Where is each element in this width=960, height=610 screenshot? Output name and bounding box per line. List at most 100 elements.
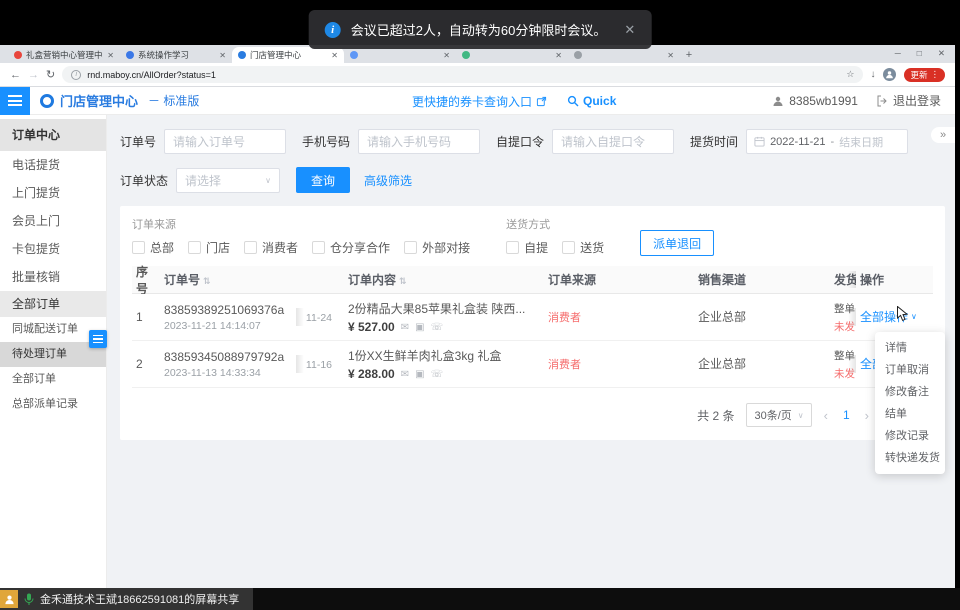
- sidebar-item-card-pickup[interactable]: 卡包提货: [0, 235, 106, 263]
- checkbox-icon[interactable]: [312, 241, 325, 254]
- chrome-update-button[interactable]: 更新 ⋮: [904, 68, 945, 82]
- sidebar-title-order-center[interactable]: 订单中心: [0, 119, 106, 151]
- search-icon: [567, 95, 579, 107]
- tab-close-icon[interactable]: ✕: [107, 51, 114, 60]
- browser-tab-2[interactable]: 系统操作学习 ✕: [120, 47, 232, 63]
- menu-item-express-ship[interactable]: 转快递发货: [875, 447, 945, 469]
- checkbox-icon[interactable]: [188, 241, 201, 254]
- browser-address-bar: ← → ↻ i rnd.maboy.cn/AllOrder?status=1 ☆…: [0, 63, 955, 87]
- source-checkbox-share-coop[interactable]: 仓分享合作: [312, 239, 390, 256]
- phone-input[interactable]: [358, 129, 480, 154]
- advanced-filter-link[interactable]: 高级筛选: [364, 172, 412, 189]
- toast-close-icon[interactable]: ✕: [624, 22, 635, 38]
- menu-item-edit-history[interactable]: 修改记录: [875, 425, 945, 447]
- browser-tab-6[interactable]: ✕: [568, 47, 680, 63]
- next-page-button[interactable]: ›: [865, 408, 869, 423]
- site-info-icon[interactable]: i: [71, 70, 81, 80]
- source-checkbox-external[interactable]: 外部对接: [404, 239, 470, 256]
- dispatch-return-button[interactable]: 派单退回: [640, 230, 714, 256]
- download-icon[interactable]: ↓: [870, 69, 875, 80]
- mouse-cursor: [896, 306, 909, 327]
- sidebar-item-hq-dispatch-records[interactable]: 总部派单记录: [0, 392, 106, 417]
- sidebar-item-all-orders[interactable]: 全部订单: [0, 367, 106, 392]
- order-status-label: 订单状态: [120, 172, 168, 189]
- sort-icon[interactable]: ⇅: [399, 276, 407, 286]
- col-order-content[interactable]: 订单内容⇅: [344, 271, 544, 288]
- checkbox-icon[interactable]: [404, 241, 417, 254]
- reload-button[interactable]: ↻: [46, 68, 55, 81]
- checkbox-icon[interactable]: [562, 241, 575, 254]
- search-button[interactable]: 查询: [296, 167, 350, 193]
- pickup-code-input[interactable]: [552, 129, 674, 154]
- checkbox-icon[interactable]: [244, 241, 257, 254]
- menu-item-cancel-order[interactable]: 订单取消: [875, 359, 945, 381]
- window-minimize-button[interactable]: ─: [895, 48, 901, 59]
- sidebar-item-door-pickup[interactable]: 上门提货: [0, 179, 106, 207]
- tab-title: 系统操作学习: [138, 49, 215, 61]
- current-page[interactable]: 1: [840, 408, 853, 422]
- prev-page-button[interactable]: ‹: [824, 408, 828, 423]
- select-placeholder: 请选择: [185, 172, 221, 189]
- user-account[interactable]: 8385wb1991: [772, 94, 858, 108]
- coupon-query-link[interactable]: 更快捷的券卡查询入口: [412, 93, 547, 110]
- microphone-icon: [24, 593, 34, 606]
- phone-label: 手机号码: [302, 133, 350, 150]
- tab-close-icon[interactable]: ✕: [667, 51, 674, 60]
- more-menu-icon[interactable]: ⋮: [931, 69, 940, 80]
- bookmark-star-icon[interactable]: ☆: [846, 69, 854, 80]
- browser-tab-1[interactable]: 礼盒营销中心管理中心 ✕: [8, 47, 120, 63]
- sidebar-item-batch-verify[interactable]: 批量核销: [0, 263, 106, 291]
- sort-icon[interactable]: ⇅: [203, 276, 211, 286]
- browser-profile-avatar[interactable]: [883, 68, 896, 81]
- app-title: 门店管理中心: [60, 91, 138, 110]
- date-range-picker[interactable]: 2022-11-21 - 结束日期: [746, 129, 908, 154]
- browser-tab-3-active[interactable]: 门店管理中心 ✕: [232, 47, 344, 63]
- gift-icon: ▣: [415, 369, 424, 380]
- person-icon: [772, 95, 784, 107]
- order-no-label: 订单号: [120, 133, 156, 150]
- url-omnibox[interactable]: i rnd.maboy.cn/AllOrder?status=1 ☆: [62, 66, 863, 83]
- delivery-checkbox-selfpickup[interactable]: 自提: [506, 239, 548, 256]
- table-header-row: 序号 订单号⇅ 订单内容⇅ 订单来源 销售渠道 发货 操作: [132, 266, 933, 294]
- tab-close-icon[interactable]: ✕: [331, 51, 338, 60]
- order-content-text: 2份精品大果85苹果礼盒装 陕西...: [348, 300, 540, 317]
- sidebar-item-member-visit[interactable]: 会员上门: [0, 207, 106, 235]
- page-size-select[interactable]: 30条/页 ∨: [746, 403, 811, 427]
- chevron-down-icon: ∨: [798, 411, 804, 420]
- collapse-panel-icon[interactable]: »: [931, 127, 955, 143]
- tab-close-icon[interactable]: ✕: [555, 51, 562, 60]
- forward-button[interactable]: →: [28, 69, 39, 81]
- window-close-button[interactable]: ✕: [938, 48, 945, 59]
- col-order-no[interactable]: 订单号⇅: [160, 271, 296, 288]
- source-checkbox-hq[interactable]: 总部: [132, 239, 174, 256]
- tab-close-icon[interactable]: ✕: [443, 51, 450, 60]
- sidebar-section-all-orders[interactable]: 全部订单: [0, 291, 106, 317]
- menu-item-details[interactable]: 详情: [875, 337, 945, 359]
- tab-close-icon[interactable]: ✕: [219, 51, 226, 60]
- order-status-select[interactable]: 请选择 ∨: [176, 168, 280, 193]
- sidebar-list-toggle-button[interactable]: [89, 330, 107, 348]
- browser-tab-5[interactable]: ✕: [456, 47, 568, 63]
- source-checkbox-consumer[interactable]: 消费者: [244, 239, 298, 256]
- menu-item-close-order[interactable]: 结单: [875, 403, 945, 425]
- window-maximize-button[interactable]: □: [917, 48, 922, 59]
- hamburger-menu-button[interactable]: [0, 87, 30, 115]
- browser-tab-4[interactable]: ✕: [344, 47, 456, 63]
- menu-item-edit-note[interactable]: 修改备注: [875, 381, 945, 403]
- checkbox-icon[interactable]: [132, 241, 145, 254]
- sidebar-item-phone-pickup[interactable]: 电话提货: [0, 151, 106, 179]
- back-button[interactable]: ←: [10, 69, 21, 81]
- logout-button[interactable]: 退出登录: [876, 92, 941, 109]
- delivery-checkbox-delivery[interactable]: 送货: [562, 239, 604, 256]
- table-row-2: 2 83859345088979792a 2023-11-13 14:33:34…: [132, 341, 933, 388]
- order-content-cell: 2份精品大果85苹果礼盒装 陕西... ¥ 527.00 ✉ ▣ ☏: [344, 300, 544, 334]
- col-sales-channel: 销售渠道: [694, 271, 834, 288]
- order-no-input[interactable]: [164, 129, 286, 154]
- new-tab-button[interactable]: +: [680, 47, 698, 63]
- source-checkbox-store[interactable]: 门店: [188, 239, 230, 256]
- phone-filter: 手机号码: [302, 129, 480, 154]
- quick-search-link[interactable]: Quick: [567, 94, 616, 108]
- checkbox-icon[interactable]: [506, 241, 519, 254]
- gift-icon: ▣: [415, 322, 424, 333]
- chevron-down-icon: ∨: [911, 312, 917, 321]
